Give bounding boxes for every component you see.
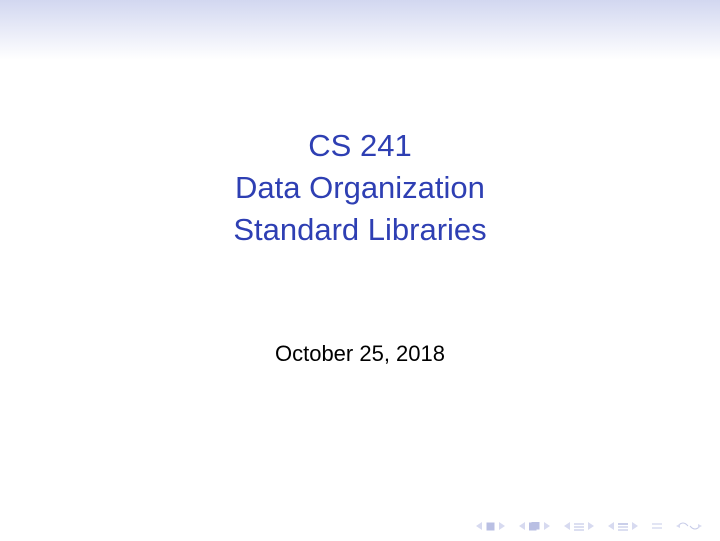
slide-content: CS 241 Data Organization Standard Librar… (0, 0, 720, 541)
title-line-3: Standard Libraries (233, 209, 486, 251)
beamer-nav-bar (476, 521, 702, 531)
nav-frame-icon (529, 522, 540, 531)
nav-section-icon (618, 522, 628, 531)
nav-prev-subsection-icon (564, 522, 572, 530)
nav-slide-icon (486, 522, 495, 531)
nav-next-slide-icon (497, 522, 505, 530)
nav-slide-group[interactable] (476, 522, 505, 531)
nav-frame-group[interactable] (519, 522, 550, 531)
nav-next-subsection-icon (586, 522, 594, 530)
nav-next-frame-icon (542, 522, 550, 530)
slide-date: October 25, 2018 (275, 341, 445, 367)
nav-prev-frame-icon (519, 522, 527, 530)
nav-back-forward-icon[interactable] (676, 521, 702, 531)
nav-subsection-icon (574, 522, 584, 531)
nav-appendix-icon[interactable] (652, 521, 662, 531)
nav-next-section-icon (630, 522, 638, 530)
title-line-2: Data Organization (233, 167, 486, 209)
title-block: CS 241 Data Organization Standard Librar… (233, 125, 486, 251)
title-line-1: CS 241 (233, 125, 486, 167)
nav-section-group[interactable] (608, 522, 638, 531)
nav-subsection-group[interactable] (564, 522, 594, 531)
nav-prev-slide-icon (476, 522, 484, 530)
nav-prev-section-icon (608, 522, 616, 530)
